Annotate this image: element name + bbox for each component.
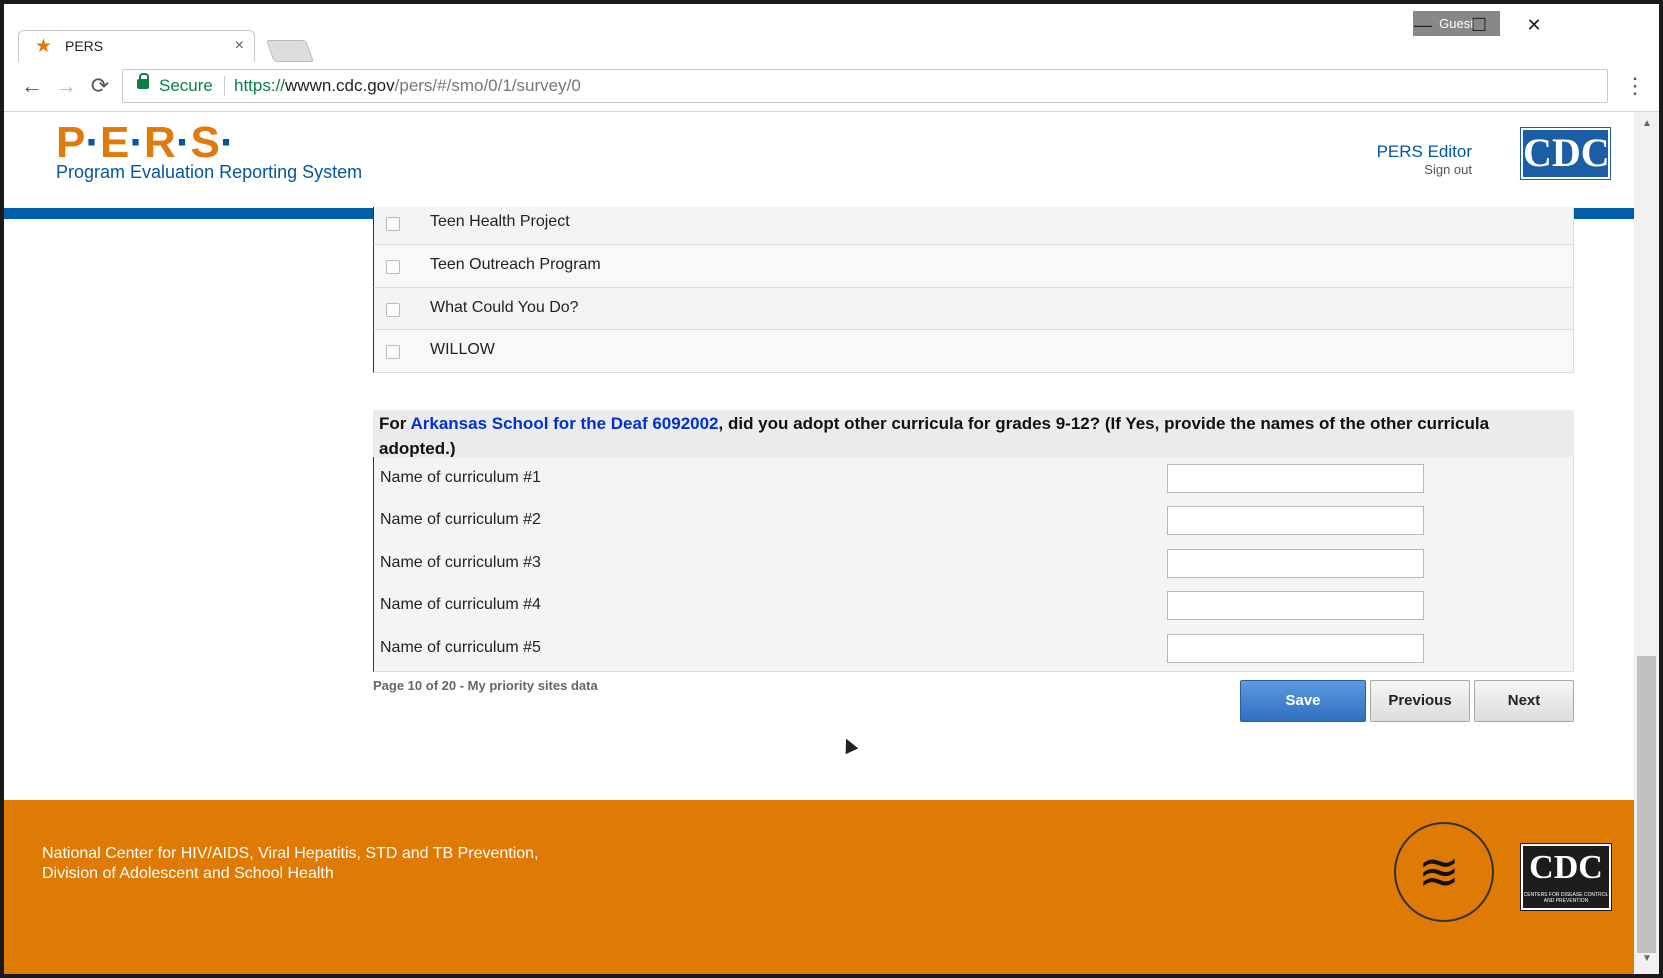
secure-label: Secure <box>159 76 213 95</box>
list-item: What Could You Do? <box>373 288 1574 330</box>
question-prefix: For <box>379 414 411 433</box>
curriculum-1-input[interactable] <box>1167 464 1424 493</box>
next-button[interactable]: Next <box>1474 680 1574 722</box>
site-footer: National Center for HIV/AIDS, Viral Hepa… <box>4 800 1634 974</box>
save-button[interactable]: Save <box>1240 680 1366 722</box>
browser-menu-icon[interactable]: ⋮ <box>1624 72 1646 100</box>
curriculum-checkbox[interactable] <box>386 303 400 317</box>
scroll-down-icon[interactable]: ▼ <box>1642 953 1652 964</box>
logo-letter-e: E <box>100 118 130 167</box>
logo-dot: · <box>129 118 145 167</box>
list-item-label: What Could You Do? <box>430 299 579 316</box>
footer-line-1: National Center for HIV/AIDS, Viral Hepa… <box>42 845 539 862</box>
curriculum-row-2: Name of curriculum #2 <box>373 499 1574 544</box>
url-path: /pers/#/smo/0/1/survey/0 <box>394 76 581 95</box>
cdc-logo[interactable]: CDC <box>1520 127 1611 180</box>
question-site-name: Arkansas School for the Deaf 6092002 <box>410 414 719 433</box>
browser-tab[interactable]: ★ PERS × <box>18 30 255 64</box>
page-content: P·E·R·S· Program Evaluation Reporting Sy… <box>4 112 1634 974</box>
site-header: P·E·R·S· Program Evaluation Reporting Sy… <box>4 112 1634 208</box>
list-item-label: Teen Health Project <box>430 213 570 230</box>
address-separator <box>224 76 225 96</box>
curriculum-row-1: Name of curriculum #1 <box>373 457 1574 502</box>
browser-window: ★ PERS × Guest — ☐ ✕ ← → ⟳ Secure https:… <box>4 4 1659 974</box>
curriculum-4-input[interactable] <box>1167 591 1424 620</box>
curriculum-2-input[interactable] <box>1167 506 1424 535</box>
curriculum-5-input[interactable] <box>1167 634 1424 663</box>
sign-out-link[interactable]: Sign out <box>1424 162 1472 177</box>
close-window-icon[interactable]: ✕ <box>1509 10 1559 40</box>
logo-letter-p: P <box>56 118 86 167</box>
curriculum-checkbox[interactable] <box>386 260 400 274</box>
curriculum-label: Name of curriculum #2 <box>380 511 541 528</box>
site-subtitle: Program Evaluation Reporting System <box>56 162 363 182</box>
logo-letter-r: R <box>144 118 176 167</box>
curriculum-row-5: Name of curriculum #5 <box>373 627 1574 672</box>
tab-close-icon[interactable]: × <box>235 37 244 55</box>
scroll-up-icon[interactable]: ▲ <box>1642 118 1652 129</box>
footer-text: National Center for HIV/AIDS, Viral Hepa… <box>42 844 539 884</box>
reload-icon[interactable]: ⟳ <box>86 72 114 100</box>
hhs-seal-icon[interactable]: ≋ <box>1394 822 1494 922</box>
question-text: For Arkansas School for the Deaf 6092002… <box>379 411 1499 461</box>
scrollbar-thumb[interactable] <box>1637 656 1656 953</box>
address-bar[interactable]: Secure https://wwwn.cdc.gov/pers/#/smo/0… <box>122 69 1608 103</box>
page-indicator: Page 10 of 20 - My priority sites data <box>373 678 598 693</box>
pers-editor-link[interactable]: PERS Editor <box>1377 142 1472 162</box>
logo-dot: · <box>85 118 101 167</box>
curriculum-label: Name of curriculum #5 <box>380 639 541 656</box>
curriculum-3-input[interactable] <box>1167 549 1424 578</box>
list-item: WILLOW <box>373 330 1574 373</box>
url-host: wwwn.cdc.gov <box>285 76 395 95</box>
list-item: Teen Outreach Program <box>373 245 1574 288</box>
list-item: Teen Health Project <box>373 207 1574 245</box>
list-item-label: WILLOW <box>430 341 495 358</box>
eagle-icon: ≋ <box>1418 844 1460 900</box>
lock-icon <box>137 73 149 89</box>
page-scrollbar[interactable]: ▲ ▼ <box>1634 112 1659 974</box>
minimize-icon[interactable]: — <box>1398 10 1448 40</box>
browser-toolbar: ← → ⟳ Secure https://wwwn.cdc.gov/pers/#… <box>4 62 1659 112</box>
curriculum-row-4: Name of curriculum #4 <box>373 584 1574 629</box>
logo-dot: · <box>219 118 235 167</box>
list-item-label: Teen Outreach Program <box>430 256 601 273</box>
logo-dot: · <box>175 118 191 167</box>
forward-icon[interactable]: → <box>52 72 80 100</box>
curriculum-label: Name of curriculum #4 <box>380 596 541 613</box>
mouse-cursor-icon <box>839 735 859 755</box>
cdc-footer-logo[interactable]: CDC CENTERS FOR DISEASE CONTROL AND PREV… <box>1520 843 1612 911</box>
cdc-footer-logo-text: CDC <box>1529 849 1603 886</box>
tab-title: PERS <box>65 38 104 54</box>
question-header: For Arkansas School for the Deaf 6092002… <box>373 410 1574 461</box>
curriculum-label: Name of curriculum #1 <box>380 469 541 486</box>
star-icon: ★ <box>35 36 53 57</box>
curriculum-label: Name of curriculum #3 <box>380 554 541 571</box>
back-icon[interactable]: ← <box>18 72 46 100</box>
pers-logo[interactable]: P·E·R·S· <box>56 118 234 168</box>
curriculum-checkbox[interactable] <box>386 217 400 231</box>
new-tab-button[interactable] <box>265 40 315 62</box>
maximize-icon[interactable]: ☐ <box>1454 10 1504 40</box>
previous-button[interactable]: Previous <box>1370 680 1470 722</box>
curriculum-row-3: Name of curriculum #3 <box>373 542 1574 587</box>
title-bar: ★ PERS × Guest — ☐ ✕ <box>4 4 1659 64</box>
logo-letter-s: S <box>190 118 220 167</box>
url-scheme: https:// <box>234 76 286 95</box>
footer-line-2: Division of Adolescent and School Health <box>42 865 334 882</box>
url-text[interactable]: https://wwwn.cdc.gov/pers/#/smo/0/1/surv… <box>234 76 581 96</box>
curriculum-checkbox[interactable] <box>386 345 400 359</box>
cdc-footer-tagline: CENTERS FOR DISEASE CONTROL AND PREVENTI… <box>1523 892 1609 904</box>
